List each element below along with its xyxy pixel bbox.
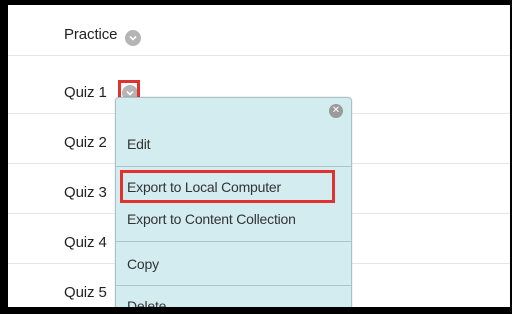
menu-item-export-collection[interactable]: Export to Content Collection	[116, 211, 351, 231]
highlight-box	[120, 170, 335, 203]
menu-divider	[116, 166, 351, 167]
menu-item-delete[interactable]: Delete	[116, 298, 351, 307]
list-item: Practice	[8, 5, 510, 56]
menu-divider	[116, 241, 351, 242]
menu-item-label: Edit	[127, 136, 151, 152]
menu-item-label: Export to Content Collection	[127, 211, 296, 227]
screenshot-frame: Practice Quiz 1 Quiz 2 Quiz 3 Quiz 4 Qui…	[0, 0, 512, 314]
content-list: Practice Quiz 1 Quiz 2 Quiz 3 Quiz 4 Qui…	[8, 5, 510, 307]
chevron-down-icon[interactable]	[125, 30, 141, 46]
close-icon[interactable]: ✕	[329, 104, 343, 118]
item-title[interactable]: Quiz 2	[64, 134, 107, 151]
item-title[interactable]: Quiz 3	[64, 184, 107, 201]
item-title[interactable]: Quiz 1	[64, 84, 107, 101]
menu-item-copy[interactable]: Copy	[116, 256, 351, 276]
item-title[interactable]: Quiz 4	[64, 234, 107, 251]
menu-divider	[116, 285, 351, 286]
context-menu: ✕ Edit Export to Local Computer Export t…	[115, 97, 352, 307]
item-title[interactable]: Quiz 5	[64, 284, 107, 301]
menu-item-label: Copy	[127, 256, 159, 272]
menu-item-label: Delete	[127, 298, 167, 307]
item-title[interactable]: Practice	[64, 26, 117, 43]
menu-item-edit[interactable]: Edit	[116, 136, 351, 156]
